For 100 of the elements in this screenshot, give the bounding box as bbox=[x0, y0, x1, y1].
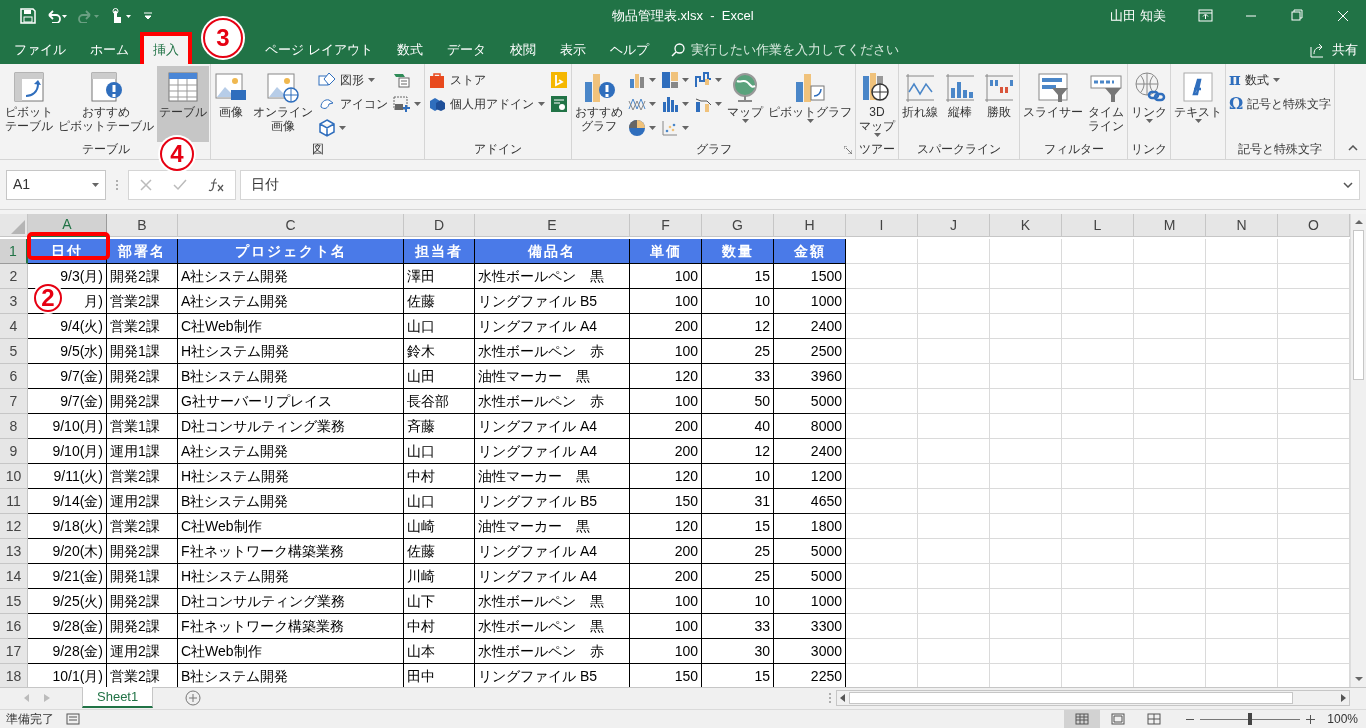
row-header[interactable]: 15 bbox=[0, 589, 28, 614]
ribbon-tab[interactable]: 数式 bbox=[387, 36, 432, 64]
column-header[interactable]: E bbox=[475, 214, 630, 237]
dialog-launcher-icon[interactable] bbox=[844, 146, 852, 154]
column-header[interactable]: B bbox=[107, 214, 178, 237]
empty-cell bbox=[1206, 539, 1278, 564]
ribbon-button[interactable]: おすすめピボットテーブル bbox=[56, 66, 156, 142]
ribbon-tab[interactable]: 校閲 bbox=[500, 36, 545, 64]
ribbon-tab[interactable]: 表示 bbox=[550, 36, 595, 64]
table-cell: 9/21(金) bbox=[28, 564, 107, 589]
row-header[interactable]: 14 bbox=[0, 564, 28, 589]
name-box[interactable]: A1 bbox=[6, 169, 106, 200]
column-header[interactable]: H bbox=[774, 214, 846, 237]
table-cell: 中村 bbox=[404, 464, 475, 489]
table-cell: 100 bbox=[630, 339, 702, 364]
ribbon-button[interactable]: ピボットグラフ bbox=[766, 66, 854, 142]
row-header[interactable]: 8 bbox=[0, 414, 28, 439]
row-header[interactable]: 16 bbox=[0, 614, 28, 639]
row-header[interactable]: 9 bbox=[0, 439, 28, 464]
macro-record-icon[interactable] bbox=[66, 713, 80, 725]
ribbon-button[interactable]: オンライン画像 bbox=[251, 66, 315, 142]
expand-icon[interactable] bbox=[1343, 181, 1353, 188]
scrollbar-thumb[interactable] bbox=[849, 692, 1293, 704]
ribbon-button[interactable]: 図形 bbox=[316, 68, 390, 92]
ribbon-button[interactable]: テーブル bbox=[157, 66, 209, 142]
ribbon-button[interactable]: ストア bbox=[426, 68, 547, 92]
touch-mode-icon[interactable] bbox=[110, 8, 134, 24]
zoom-level[interactable]: 100% bbox=[1327, 710, 1358, 728]
ribbon-tab[interactable]: ホーム bbox=[81, 36, 138, 64]
column-header[interactable]: D bbox=[404, 214, 475, 237]
ribbon-button[interactable]: アイコン bbox=[316, 92, 390, 116]
ribbon-tab[interactable]: ヘルプ bbox=[600, 36, 658, 64]
row-header[interactable]: 17 bbox=[0, 639, 28, 664]
zoom-slider[interactable] bbox=[1198, 713, 1303, 725]
row-header[interactable]: 12 bbox=[0, 514, 28, 539]
row-header[interactable]: 18 bbox=[0, 664, 28, 689]
save-icon[interactable] bbox=[20, 8, 36, 24]
group-label: テーブル bbox=[82, 142, 130, 156]
ribbon-tab[interactable]: ファイル bbox=[5, 36, 75, 64]
ribbon-button[interactable]: スライサー bbox=[1021, 66, 1085, 142]
empty-cell bbox=[846, 289, 918, 314]
vertical-scrollbar[interactable] bbox=[1350, 214, 1366, 687]
row-header[interactable]: 1 bbox=[0, 239, 28, 264]
column-header[interactable]: K bbox=[990, 214, 1062, 237]
customize-toolbar-icon[interactable] bbox=[144, 12, 152, 20]
column-header[interactable]: L bbox=[1062, 214, 1134, 237]
ribbon-button[interactable]: リンク bbox=[1129, 66, 1169, 142]
scrollbar-thumb[interactable] bbox=[1353, 230, 1364, 380]
column-header[interactable]: I bbox=[846, 214, 918, 237]
row-header[interactable]: 11 bbox=[0, 489, 28, 514]
horizontal-scrollbar[interactable] bbox=[836, 690, 1350, 706]
row-header[interactable]: 3 bbox=[0, 289, 28, 314]
check-icon[interactable] bbox=[173, 178, 187, 191]
column-header[interactable]: C bbox=[178, 214, 404, 237]
row-header[interactable]: 5 bbox=[0, 339, 28, 364]
step-number-marker: 4 bbox=[160, 137, 194, 171]
zoom-in-icon[interactable] bbox=[1306, 714, 1316, 724]
column-header[interactable]: G bbox=[702, 214, 774, 237]
ribbon-button[interactable]: 個人用アドイン bbox=[426, 92, 547, 116]
zoom-slider-thumb[interactable] bbox=[1248, 713, 1253, 725]
ribbon-button[interactable]: テキスト bbox=[1172, 66, 1224, 142]
ribbon-button[interactable]: 縦棒 bbox=[941, 66, 979, 142]
ribbon-button[interactable]: 画像 bbox=[212, 66, 250, 142]
undo-icon[interactable] bbox=[46, 9, 68, 23]
collapse-ribbon-icon[interactable] bbox=[1348, 145, 1358, 151]
column-header[interactable]: M bbox=[1134, 214, 1206, 237]
view-button[interactable] bbox=[1064, 710, 1101, 728]
empty-cell bbox=[1206, 364, 1278, 389]
row-header[interactable]: 10 bbox=[0, 464, 28, 489]
insert-function-icon[interactable] bbox=[208, 177, 225, 192]
sheet-tab[interactable]: Sheet1 bbox=[82, 687, 154, 708]
table-cell: 9/4(火) bbox=[28, 314, 107, 339]
ribbon-button[interactable]: π 数式 bbox=[1227, 68, 1334, 92]
row-header[interactable]: 6 bbox=[0, 364, 28, 389]
empty-cell bbox=[846, 489, 918, 514]
share-button[interactable]: 共有 bbox=[1310, 36, 1358, 64]
row-header[interactable]: 13 bbox=[0, 539, 28, 564]
row-header[interactable]: 2 bbox=[0, 264, 28, 289]
column-header[interactable]: F bbox=[630, 214, 702, 237]
ribbon-tab[interactable]: データ bbox=[437, 36, 495, 64]
column-header[interactable]: J bbox=[918, 214, 990, 237]
ribbon-button[interactable]: マップ bbox=[725, 66, 765, 142]
ribbon-button[interactable]: 勝敗 bbox=[980, 66, 1018, 142]
ribbon-button[interactable]: ピボットテーブル bbox=[3, 66, 55, 142]
ribbon-button[interactable]: タイムライン bbox=[1086, 66, 1126, 142]
column-header[interactable]: N bbox=[1206, 214, 1278, 237]
ribbon-button[interactable]: 3Dマップ bbox=[857, 66, 897, 142]
ribbon-button[interactable]: Ω 記号と特殊文字 bbox=[1227, 92, 1334, 116]
column-header[interactable]: O bbox=[1278, 214, 1350, 237]
empty-cell bbox=[918, 264, 990, 289]
ribbon-tab[interactable]: ページ レイアウト bbox=[256, 36, 382, 64]
user-name: 山田 知美 bbox=[1110, 7, 1166, 26]
row-header[interactable]: 7 bbox=[0, 389, 28, 414]
table-cell: 200 bbox=[630, 414, 702, 439]
formula-field[interactable]: 日付 bbox=[240, 169, 1360, 200]
add-sheet-icon[interactable] bbox=[185, 690, 202, 706]
ribbon-button[interactable]: 折れ線 bbox=[900, 66, 940, 142]
tell-me-search[interactable]: 実行したい作業を入力してください bbox=[670, 36, 899, 64]
ribbon-button[interactable]: おすすめグラフ bbox=[573, 66, 625, 142]
row-header[interactable]: 4 bbox=[0, 314, 28, 339]
